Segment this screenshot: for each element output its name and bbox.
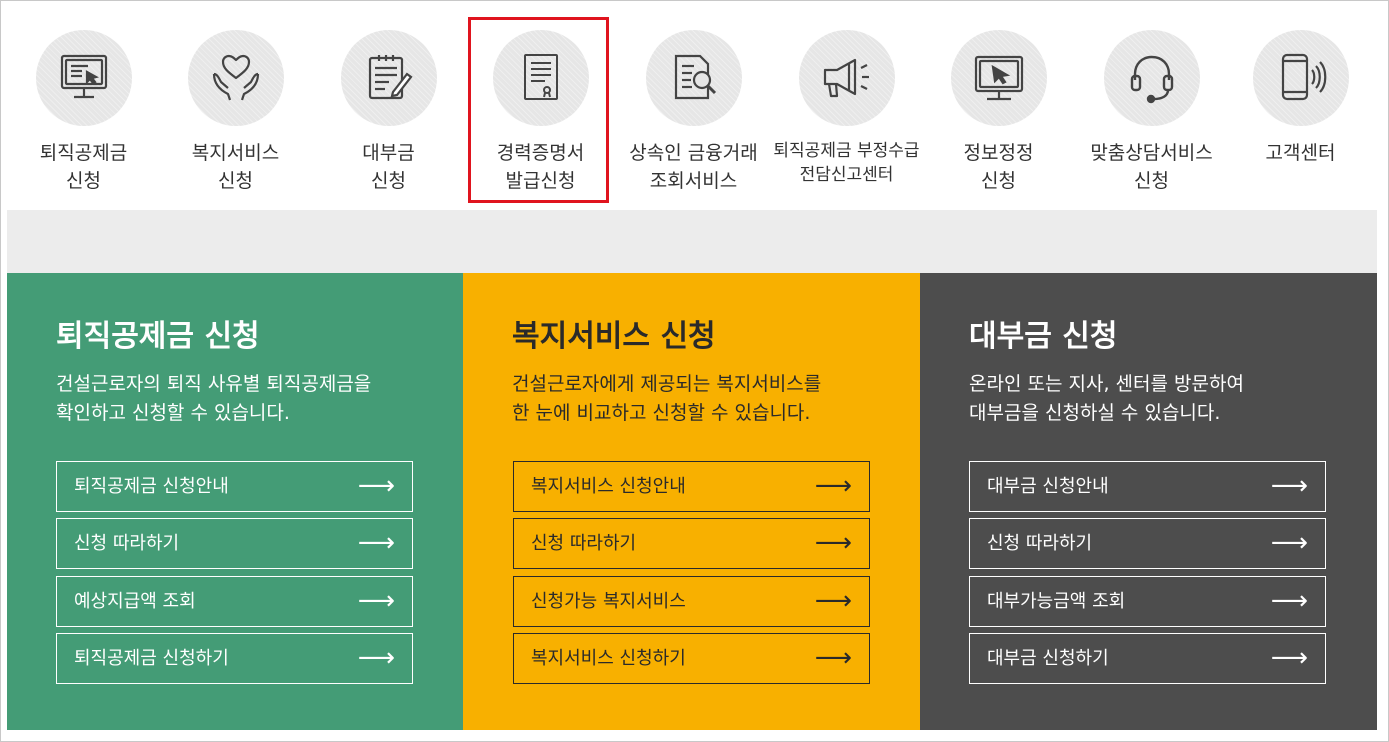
- monitor-cursor-icon: [35, 30, 132, 126]
- arrow-right-icon: ⟶: [814, 586, 852, 616]
- headset-icon: [1103, 30, 1200, 126]
- link-label: 퇴직공제금 신청안내: [74, 476, 229, 497]
- quick-menu: 퇴직공제금 신청 복지서비스 신청 대부금 신청 경력증명서 발급신청 상속인 …: [7, 8, 1377, 210]
- quick-menu-label: 신청: [66, 170, 101, 192]
- link-loan-apply[interactable]: 대부금 신청하기 ⟶: [969, 633, 1326, 684]
- quick-menu-label: 고객센터: [1265, 142, 1336, 164]
- link-retirement-apply[interactable]: 퇴직공제금 신청하기 ⟶: [56, 633, 413, 684]
- link-label: 신청 따라하기: [531, 533, 637, 554]
- certificate-icon: [492, 30, 589, 126]
- phone-call-icon: [1252, 30, 1349, 126]
- link-loan-how-to[interactable]: 신청 따라하기 ⟶: [969, 518, 1326, 569]
- panel-description-line: 한 눈에 비교하고 신청할 수 있습니다.: [512, 402, 811, 424]
- arrow-right-icon: ⟶: [814, 471, 852, 501]
- link-welfare-apply[interactable]: 복지서비스 신청하기 ⟶: [513, 633, 870, 684]
- quick-menu-label: 퇴직공제금: [39, 142, 128, 164]
- link-label: 퇴직공제금 신청하기: [74, 648, 229, 669]
- panel-description-line: 온라인 또는 지사, 센터를 방문하여: [969, 373, 1244, 395]
- link-label: 신청 따라하기: [74, 533, 180, 554]
- link-retirement-how-to[interactable]: 신청 따라하기 ⟶: [56, 518, 413, 569]
- quick-menu-label: 신청: [981, 170, 1016, 192]
- quick-menu-item-customer-center[interactable]: 고객센터: [1224, 8, 1377, 208]
- arrow-right-icon: ⟶: [1270, 528, 1308, 558]
- megaphone-icon: [798, 30, 895, 126]
- link-label: 예상지급액 조회: [74, 591, 196, 612]
- arrow-right-icon: ⟶: [1270, 586, 1308, 616]
- panel-description: 건설근로자의 퇴직 사유별 퇴직공제금을 확인하고 신청할 수 있습니다.: [56, 370, 371, 428]
- quick-menu-label: 대부금: [362, 142, 415, 164]
- panel-description-line: 건설근로자의 퇴직 사유별 퇴직공제금을: [56, 373, 372, 395]
- link-label: 대부가능금액 조회: [987, 591, 1126, 612]
- quick-menu-item-info-correction[interactable]: 정보정정신청: [922, 8, 1075, 208]
- link-welfare-how-to[interactable]: 신청 따라하기 ⟶: [513, 518, 870, 569]
- arrow-right-icon: ⟶: [357, 471, 395, 501]
- quick-menu-label: 신청: [1134, 170, 1169, 192]
- panel-description: 건설근로자에게 제공되는 복지서비스를 한 눈에 비교하고 신청할 수 있습니다…: [512, 370, 821, 428]
- quick-menu-item-career-certificate[interactable]: 경력증명서발급신청: [464, 8, 617, 208]
- quick-menu-item-consulting[interactable]: 맞춤상담서비스신청: [1075, 8, 1228, 208]
- link-label: 신청가능 복지서비스: [531, 591, 686, 612]
- quick-menu-label: 발급신청: [505, 170, 576, 192]
- link-retirement-guide[interactable]: 퇴직공제금 신청안내 ⟶: [56, 461, 413, 512]
- quick-menu-label: 신청: [218, 170, 253, 192]
- link-retirement-estimate[interactable]: 예상지급액 조회 ⟶: [56, 576, 413, 627]
- quick-menu-item-loan[interactable]: 대부금신청: [312, 8, 465, 208]
- arrow-right-icon: ⟶: [1270, 643, 1308, 673]
- quick-menu-label: 정보정정: [963, 142, 1034, 164]
- arrow-right-icon: ⟶: [357, 528, 395, 558]
- panel-description: 온라인 또는 지사, 센터를 방문하여 대부금을 신청하실 수 있습니다.: [969, 370, 1244, 428]
- quick-menu-item-retirement[interactable]: 퇴직공제금신청: [7, 8, 160, 208]
- panel-description-line: 대부금을 신청하실 수 있습니다.: [969, 402, 1221, 424]
- panel-description-line: 건설근로자에게 제공되는 복지서비스를: [512, 373, 822, 395]
- link-loan-available-amount[interactable]: 대부가능금액 조회 ⟶: [969, 576, 1326, 627]
- document-search-icon: [645, 30, 742, 126]
- link-label: 대부금 신청하기: [987, 648, 1109, 669]
- quick-menu-label: 신청: [371, 170, 406, 192]
- quick-menu-label: 복지서비스: [191, 142, 280, 164]
- quick-menu-item-welfare[interactable]: 복지서비스신청: [159, 8, 312, 208]
- document-pencil-icon: [340, 30, 437, 126]
- quick-menu-item-fraud-report-center[interactable]: 퇴직공제금 부정수급전담신고센터: [770, 8, 923, 208]
- monitor-edit-icon: [950, 30, 1047, 126]
- arrow-right-icon: ⟶: [814, 528, 852, 558]
- link-label: 신청 따라하기: [987, 533, 1093, 554]
- quick-menu-label: 맞춤상담서비스: [1090, 142, 1213, 164]
- quick-menu-label: 조회서비스: [649, 170, 738, 192]
- panel-description-line: 확인하고 신청할 수 있습니다.: [56, 402, 290, 424]
- link-label: 복지서비스 신청하기: [531, 648, 686, 669]
- quick-menu-label: 퇴직공제금 부정수급: [773, 141, 920, 161]
- heart-hands-icon: [187, 30, 284, 126]
- link-welfare-available[interactable]: 신청가능 복지서비스 ⟶: [513, 576, 870, 627]
- quick-menu-label: 경력증명서: [496, 142, 585, 164]
- panel-title: 복지서비스 신청: [512, 319, 716, 354]
- panel-loan: 대부금 신청 온라인 또는 지사, 센터를 방문하여 대부금을 신청하실 수 있…: [920, 273, 1377, 730]
- arrow-right-icon: ⟶: [357, 586, 395, 616]
- link-label: 복지서비스 신청안내: [531, 476, 686, 497]
- link-welfare-guide[interactable]: 복지서비스 신청안내 ⟶: [513, 461, 870, 512]
- panel-title: 퇴직공제금 신청: [56, 319, 260, 354]
- arrow-right-icon: ⟶: [814, 643, 852, 673]
- link-label: 대부금 신청안내: [987, 476, 1109, 497]
- link-loan-guide[interactable]: 대부금 신청안내 ⟶: [969, 461, 1326, 512]
- quick-menu-label: 전담신고센터: [799, 165, 894, 185]
- quick-menu-item-heir-financial-inquiry[interactable]: 상속인 금융거래조회서비스: [617, 8, 770, 208]
- panel-title: 대부금 신청: [969, 319, 1118, 354]
- divider-band: [7, 210, 1377, 273]
- arrow-right-icon: ⟶: [357, 643, 395, 673]
- arrow-right-icon: ⟶: [1270, 471, 1308, 501]
- quick-menu-label: 상속인 금융거래: [629, 142, 758, 164]
- panel-welfare: 복지서비스 신청 건설근로자에게 제공되는 복지서비스를 한 눈에 비교하고 신…: [463, 273, 920, 730]
- panel-retirement: 퇴직공제금 신청 건설근로자의 퇴직 사유별 퇴직공제금을 확인하고 신청할 수…: [7, 273, 463, 730]
